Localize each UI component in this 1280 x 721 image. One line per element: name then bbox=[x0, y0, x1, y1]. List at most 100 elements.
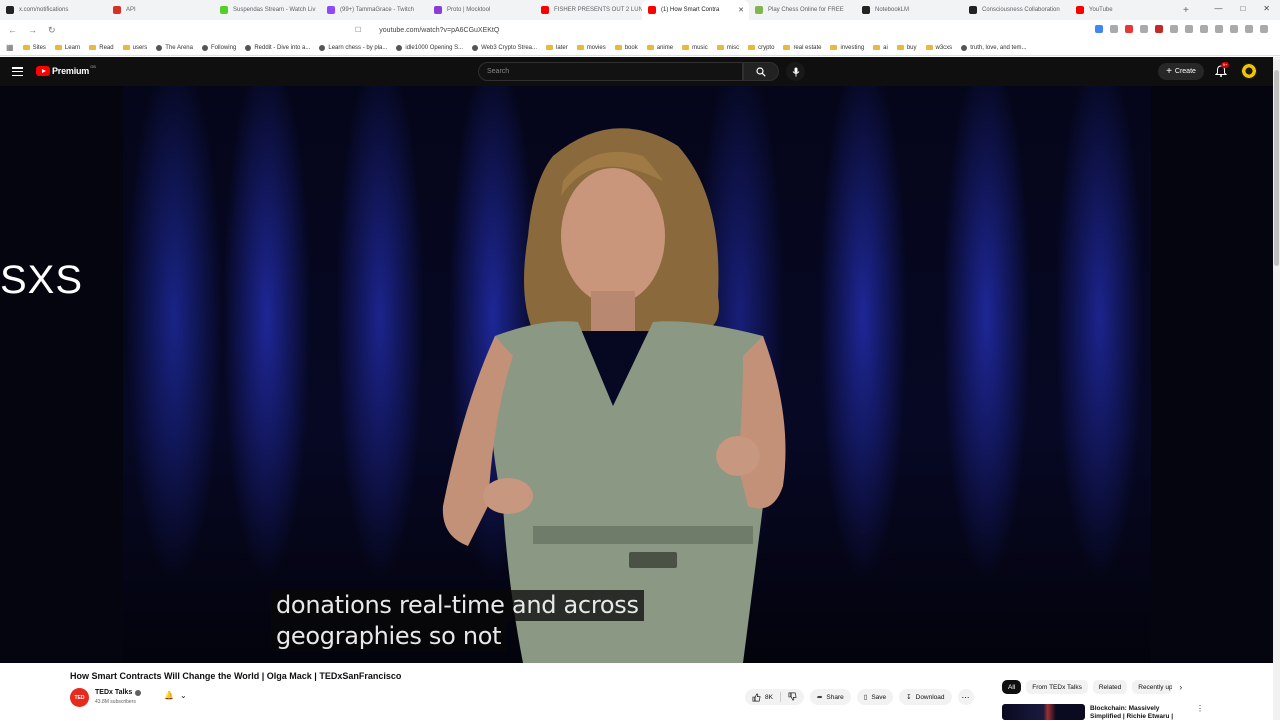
extension-icon[interactable] bbox=[1260, 25, 1268, 33]
menu-icon[interactable] bbox=[12, 67, 23, 76]
back-icon[interactable]: ← bbox=[8, 25, 20, 35]
tab-label: Suspendas Stream - Watch Liv bbox=[233, 7, 316, 13]
scrollbar-thumb[interactable] bbox=[1274, 70, 1279, 266]
browser-tab[interactable]: Consciousness Collaboration bbox=[963, 0, 1070, 20]
more-actions-button[interactable]: ⋯ bbox=[957, 689, 974, 705]
bookmark-item[interactable]: users bbox=[122, 45, 147, 51]
extension-icon[interactable] bbox=[1200, 25, 1208, 33]
folder-icon bbox=[546, 45, 554, 50]
download-button[interactable]: ↧ Download bbox=[899, 689, 952, 705]
bookmark-item[interactable]: buy bbox=[896, 45, 917, 51]
bookmark-item[interactable]: Sites bbox=[22, 45, 46, 51]
like-button[interactable]: 8K bbox=[752, 693, 773, 702]
extension-icon[interactable] bbox=[1170, 25, 1178, 33]
share-button[interactable]: ➦ Share bbox=[809, 689, 851, 705]
bookmark-item[interactable]: book bbox=[614, 45, 638, 51]
extension-icon[interactable] bbox=[1125, 25, 1133, 33]
bookmark-label: Learn chess - by pla... bbox=[328, 44, 388, 51]
chip-recently-uploaded[interactable]: Recently up bbox=[1132, 680, 1173, 694]
extension-icon[interactable] bbox=[1140, 25, 1148, 33]
minimize-icon[interactable]: — bbox=[1214, 4, 1222, 13]
account-avatar[interactable] bbox=[1241, 63, 1257, 79]
recommended-thumbnail[interactable] bbox=[1002, 704, 1085, 720]
omnibox[interactable]: ☐ youtube.com/watch?v=pA6CGuXEKtQ bbox=[355, 23, 900, 37]
save-button[interactable]: ▯ Save bbox=[856, 689, 894, 705]
bookmark-item[interactable]: truth, love, and tem... bbox=[961, 44, 1027, 51]
bookmark-item[interactable]: idle1000 Opening S... bbox=[396, 44, 463, 51]
chip-all[interactable]: All bbox=[1002, 680, 1022, 694]
download-icon: ↧ bbox=[906, 694, 912, 701]
apps-grid-icon[interactable]: ▦ bbox=[6, 43, 14, 52]
bookmark-item[interactable]: later bbox=[546, 45, 568, 51]
folder-icon bbox=[122, 45, 130, 50]
thumbs-up-icon bbox=[752, 693, 761, 701]
extension-icon[interactable] bbox=[1155, 25, 1163, 33]
site-favicon-icon bbox=[396, 44, 403, 51]
bookmark-item[interactable]: Learn bbox=[54, 45, 80, 51]
bookmark-label: ai bbox=[883, 44, 888, 51]
browser-tab[interactable]: NotebookLM bbox=[856, 0, 963, 20]
bookmark-item[interactable]: crypto bbox=[748, 45, 774, 51]
bookmark-item[interactable]: Web3 Crypto Strea... bbox=[472, 44, 538, 51]
search-button[interactable] bbox=[743, 62, 779, 81]
subscription-bell-button[interactable]: 🔔 ⌄ bbox=[164, 691, 187, 700]
bookmark-item[interactable]: movies bbox=[576, 45, 606, 51]
tab-label: FISHER PRESENTS OUT 2 LUN bbox=[554, 7, 642, 13]
chip-from-tedx[interactable]: From TEDx Talks bbox=[1026, 680, 1088, 694]
bookmark-item[interactable]: anime bbox=[646, 45, 673, 51]
bookmark-item[interactable]: music bbox=[682, 45, 708, 51]
browser-tab[interactable]: Suspendas Stream - Watch Liv bbox=[214, 0, 321, 20]
bookmark-item[interactable]: investing bbox=[830, 45, 864, 51]
extension-icon[interactable] bbox=[1215, 25, 1223, 33]
channel-name[interactable]: TEDx Talks bbox=[95, 689, 132, 696]
folder-icon bbox=[89, 45, 97, 50]
bookmark-label: Reddit - Dive into a... bbox=[254, 44, 311, 51]
extension-icon[interactable] bbox=[1185, 25, 1193, 33]
browser-tab[interactable]: API bbox=[107, 0, 214, 20]
close-window-icon[interactable]: ✕ bbox=[1263, 4, 1270, 13]
restore-icon[interactable]: □ bbox=[1240, 4, 1245, 13]
extension-icon[interactable] bbox=[1230, 25, 1238, 33]
browser-tab[interactable]: FISHER PRESENTS OUT 2 LUN bbox=[535, 0, 642, 20]
chevron-right-icon[interactable]: › bbox=[1179, 682, 1182, 692]
browser-tab[interactable]: Play Chess Online for FREE bbox=[749, 0, 856, 20]
url-text[interactable]: youtube.com/watch?v=pA6CGuXEKtQ bbox=[379, 27, 499, 34]
bookmark-item[interactable]: Learn chess - by pla... bbox=[319, 44, 388, 51]
create-button[interactable]: + Create bbox=[1158, 63, 1204, 80]
browser-tab[interactable]: YouTube bbox=[1070, 0, 1177, 20]
video-player[interactable]: SXS bbox=[0, 86, 1273, 663]
bookmark-item[interactable]: real estate bbox=[783, 45, 821, 51]
dislike-button[interactable] bbox=[788, 692, 797, 703]
folder-icon bbox=[925, 45, 933, 50]
bookmark-star-icon[interactable]: ☐ bbox=[355, 26, 361, 34]
browser-tab[interactable]: (1) How Smart Contra ✕ bbox=[642, 0, 749, 20]
plus-icon: + bbox=[1166, 66, 1172, 77]
channel-name-row[interactable]: TEDx Talks bbox=[95, 689, 142, 696]
bookmark-item[interactable]: w3cxs bbox=[925, 45, 952, 51]
bookmark-item[interactable]: Reddit - Dive into a... bbox=[245, 44, 311, 51]
browser-tab[interactable]: Proto | Mocktool bbox=[428, 0, 535, 20]
bookmark-item[interactable]: misc bbox=[716, 45, 739, 51]
browser-tab[interactable]: x.com/notifications bbox=[0, 0, 107, 20]
bookmark-item[interactable]: The Arena bbox=[156, 44, 193, 51]
bookmark-item[interactable]: Following bbox=[201, 44, 236, 51]
tab-close-icon[interactable]: ✕ bbox=[738, 6, 744, 14]
search-input[interactable]: Search bbox=[478, 62, 743, 81]
browser-tab[interactable]: (99+) TammaGrace - Twitch bbox=[321, 0, 428, 20]
chip-related[interactable]: Related bbox=[1092, 680, 1128, 694]
more-vertical-icon[interactable]: ⋮ bbox=[1196, 704, 1204, 713]
youtube-logo[interactable]: Premium GB bbox=[36, 64, 96, 76]
extension-icon[interactable] bbox=[1110, 25, 1118, 33]
new-tab-button[interactable]: + bbox=[1183, 5, 1189, 16]
bookmark-item[interactable]: ai bbox=[873, 45, 888, 51]
bookmark-label: Web3 Crypto Strea... bbox=[481, 44, 538, 51]
recommended-title[interactable]: Blockchain: Massively Simplified | Richi… bbox=[1090, 705, 1175, 721]
voice-search-button[interactable] bbox=[786, 62, 805, 81]
channel-avatar[interactable]: TED bbox=[70, 688, 89, 707]
extension-icon[interactable] bbox=[1095, 25, 1103, 33]
bookmark-item[interactable]: Read bbox=[89, 45, 114, 51]
extension-icon[interactable] bbox=[1245, 25, 1253, 33]
reload-icon[interactable]: ↻ bbox=[48, 25, 60, 36]
site-favicon-icon bbox=[156, 44, 163, 51]
forward-icon[interactable]: → bbox=[28, 25, 40, 35]
